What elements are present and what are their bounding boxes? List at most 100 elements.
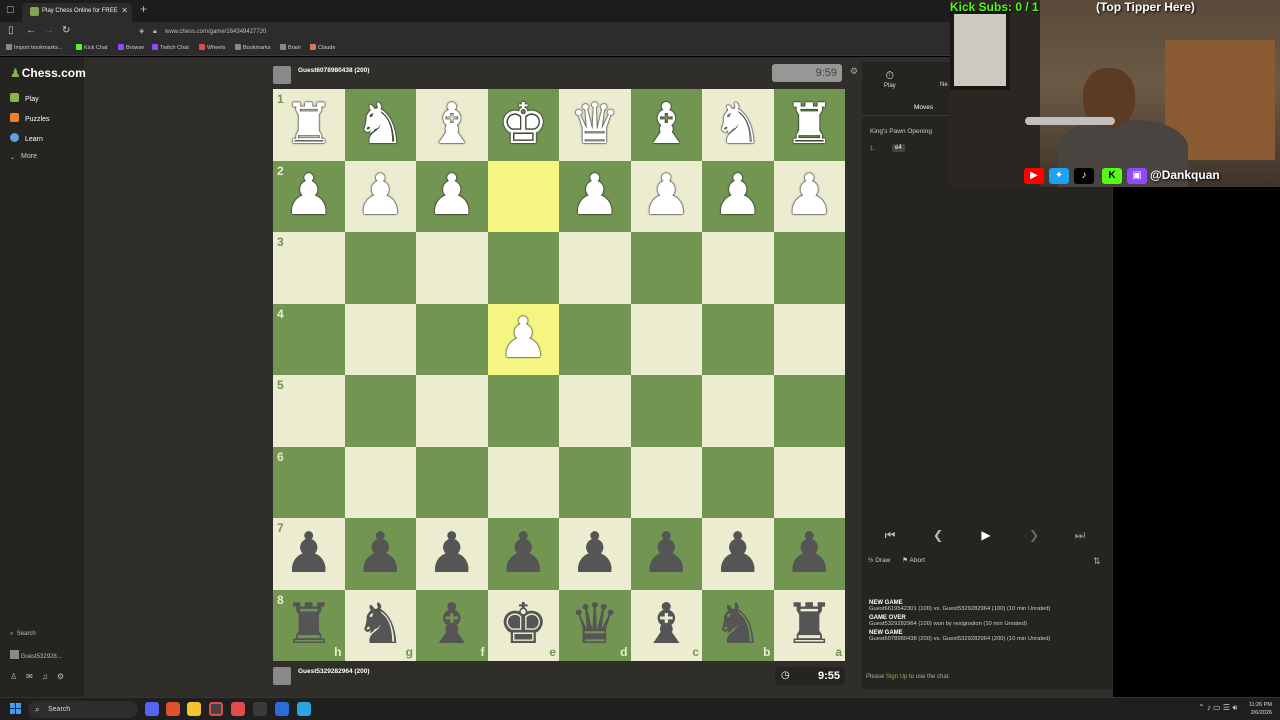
board-square[interactable]: ♛	[559, 89, 631, 161]
shield-icon[interactable]: ◈	[139, 25, 144, 39]
black-bishop-icon[interactable]: ♝	[631, 590, 703, 662]
white-knight-icon[interactable]: ♞	[702, 89, 774, 161]
browser-tab[interactable]: Play Chess Online for FREE ✕	[22, 3, 132, 22]
white-pawn-icon[interactable]: ♟	[345, 161, 417, 233]
board-square[interactable]	[487, 375, 559, 447]
board-square[interactable]: ♟	[487, 303, 559, 375]
telegram-app-icon[interactable]	[297, 702, 311, 716]
board-square[interactable]: ♟	[416, 518, 488, 590]
board-square[interactable]	[702, 446, 774, 518]
url-field[interactable]: ◈ 🔒︎ www.chess.com/game/164349427720	[135, 25, 785, 39]
black-pawn-icon[interactable]: ♟	[702, 518, 774, 590]
chess-board[interactable]: 1 ♜ ♞ ♝ ♚ ♛ ♝ ♞ ♜ 2 ♟ ♟ ♟ ♟ ♟ ♟ ♟ 3 4 ♟ 5 6 7 ♟ ♟ ♟ ♟ ♟ ♟ ♟ ♟ 8 h ♜ g ♞ f ♝ e ♚…	[273, 89, 845, 661]
last-move-icon[interactable]: ⏭	[1060, 524, 1100, 546]
sidebar-item-more[interactable]: ⌄ More	[10, 153, 37, 163]
first-move-icon[interactable]: ⏮	[870, 524, 910, 546]
board-square[interactable]: ♚	[487, 89, 559, 161]
board-square[interactable]: ♟	[773, 160, 846, 233]
black-pawn-icon[interactable]: ♟	[416, 518, 488, 590]
brave-app-icon[interactable]	[166, 702, 180, 716]
board-square[interactable]: ♟	[773, 518, 846, 590]
board-square[interactable]	[773, 232, 845, 304]
bookmark-wheels[interactable]: Wheels	[199, 44, 225, 51]
white-rook-icon[interactable]: ♜	[273, 89, 345, 161]
board-square[interactable]	[630, 446, 702, 518]
friends-icon[interactable]: ♙	[10, 672, 26, 681]
black-pawn-icon[interactable]: ♟	[488, 518, 560, 590]
board-square[interactable]	[344, 375, 416, 447]
bookmark-brain[interactable]: Brain	[280, 44, 301, 51]
board-square[interactable]	[702, 375, 774, 447]
board-square[interactable]	[773, 375, 845, 447]
board-square[interactable]: ♟	[344, 160, 417, 233]
board-square[interactable]: b ♞	[702, 589, 774, 661]
chess-logo[interactable]: ♟Chess.com	[10, 66, 86, 80]
board-square[interactable]	[559, 303, 631, 375]
white-bishop-icon[interactable]: ♝	[631, 89, 703, 161]
board-square[interactable]: 4	[273, 303, 345, 375]
board-square[interactable]	[416, 375, 488, 447]
file-explorer-icon[interactable]	[187, 702, 201, 716]
bookmark-import[interactable]: Import bookmarks...	[6, 44, 63, 51]
white-pawn-icon[interactable]: ♟	[774, 161, 846, 233]
board-square[interactable]: f ♝	[416, 589, 488, 662]
tab-new-game[interactable]: Ne	[940, 82, 948, 88]
white-pawn-icon[interactable]: ♟	[273, 161, 345, 233]
black-pawn-icon[interactable]: ♟	[631, 518, 703, 590]
board-square[interactable]	[416, 232, 488, 304]
discord-app-icon[interactable]	[145, 702, 159, 716]
sidebar-user[interactable]: Guest532928...	[10, 650, 62, 660]
board-square[interactable]: ♝	[630, 89, 703, 161]
board-square[interactable]: 3	[273, 232, 345, 304]
bookmark-claude[interactable]: Claude	[310, 44, 335, 51]
reload-icon[interactable]: ↻	[62, 25, 70, 36]
board-square[interactable]: ♟	[487, 518, 560, 590]
board-square[interactable]	[344, 446, 416, 518]
board-square[interactable]: ♝	[416, 89, 488, 161]
sidebar-toggle-icon[interactable]: ▯	[8, 25, 14, 36]
taskbar-clock[interactable]: 11:26 PM 2/6/2026	[1249, 701, 1272, 717]
white-pawn-icon[interactable]: ♟	[631, 161, 703, 233]
black-pawn-icon[interactable]: ♟	[774, 518, 846, 590]
black-bishop-icon[interactable]: ♝	[416, 590, 488, 662]
prev-move-icon[interactable]: ❮	[918, 524, 958, 546]
white-bishop-icon[interactable]: ♝	[416, 89, 488, 161]
draw-button[interactable]: ½ Draw	[868, 557, 890, 564]
board-square[interactable]	[630, 232, 702, 304]
bookmark-browse[interactable]: Browse	[118, 44, 144, 51]
board-square[interactable]	[487, 160, 559, 232]
board-square[interactable]	[487, 232, 559, 304]
black-queen-icon[interactable]: ♛	[559, 590, 631, 662]
bookmark-twitch-chat[interactable]: Twitch Chat	[152, 44, 189, 51]
browser-app-icon[interactable]	[231, 702, 245, 716]
forward-icon[interactable]: →	[44, 25, 54, 36]
sidebar-item-puzzles[interactable]: Puzzles	[10, 113, 50, 123]
board-square[interactable]	[702, 303, 774, 375]
new-tab-button[interactable]: +	[140, 2, 147, 16]
sidebar-item-play[interactable]: Play	[10, 93, 39, 103]
board-square[interactable]	[344, 232, 416, 304]
tab-play[interactable]: ⏱︎ Play	[884, 70, 896, 89]
board-square[interactable]: ♟	[630, 160, 703, 233]
abort-button[interactable]: ⚑ Abort	[902, 557, 925, 564]
move-e4[interactable]: e4	[892, 144, 905, 152]
back-icon[interactable]: ←	[26, 25, 36, 36]
board-square[interactable]: ♞	[344, 89, 416, 161]
board-square[interactable]: 8 h ♜	[273, 589, 345, 661]
board-square[interactable]: 1 ♜	[273, 89, 345, 161]
board-square[interactable]: 5	[273, 375, 345, 447]
bookmark-bookmarks[interactable]: Bookmarks	[235, 44, 271, 51]
board-square[interactable]	[630, 375, 702, 447]
gear-icon[interactable]: ⚙	[850, 66, 858, 77]
next-move-icon[interactable]: ❯	[1014, 524, 1054, 546]
board-square[interactable]	[416, 446, 488, 518]
board-square[interactable]: 7 ♟	[273, 518, 345, 590]
mail-icon[interactable]: ✉	[26, 672, 42, 681]
close-tab-icon[interactable]: ✕	[121, 3, 128, 19]
board-square[interactable]	[559, 446, 631, 518]
white-pawn-icon[interactable]: ♟	[702, 161, 774, 233]
system-tray-icons[interactable]: ⌃ ♪ ▭ ☰ 🔊︎	[1198, 703, 1237, 713]
board-square[interactable]: ♟	[344, 518, 416, 590]
board-square[interactable]	[773, 446, 845, 518]
settings-icon[interactable]: ⚙	[57, 672, 73, 681]
